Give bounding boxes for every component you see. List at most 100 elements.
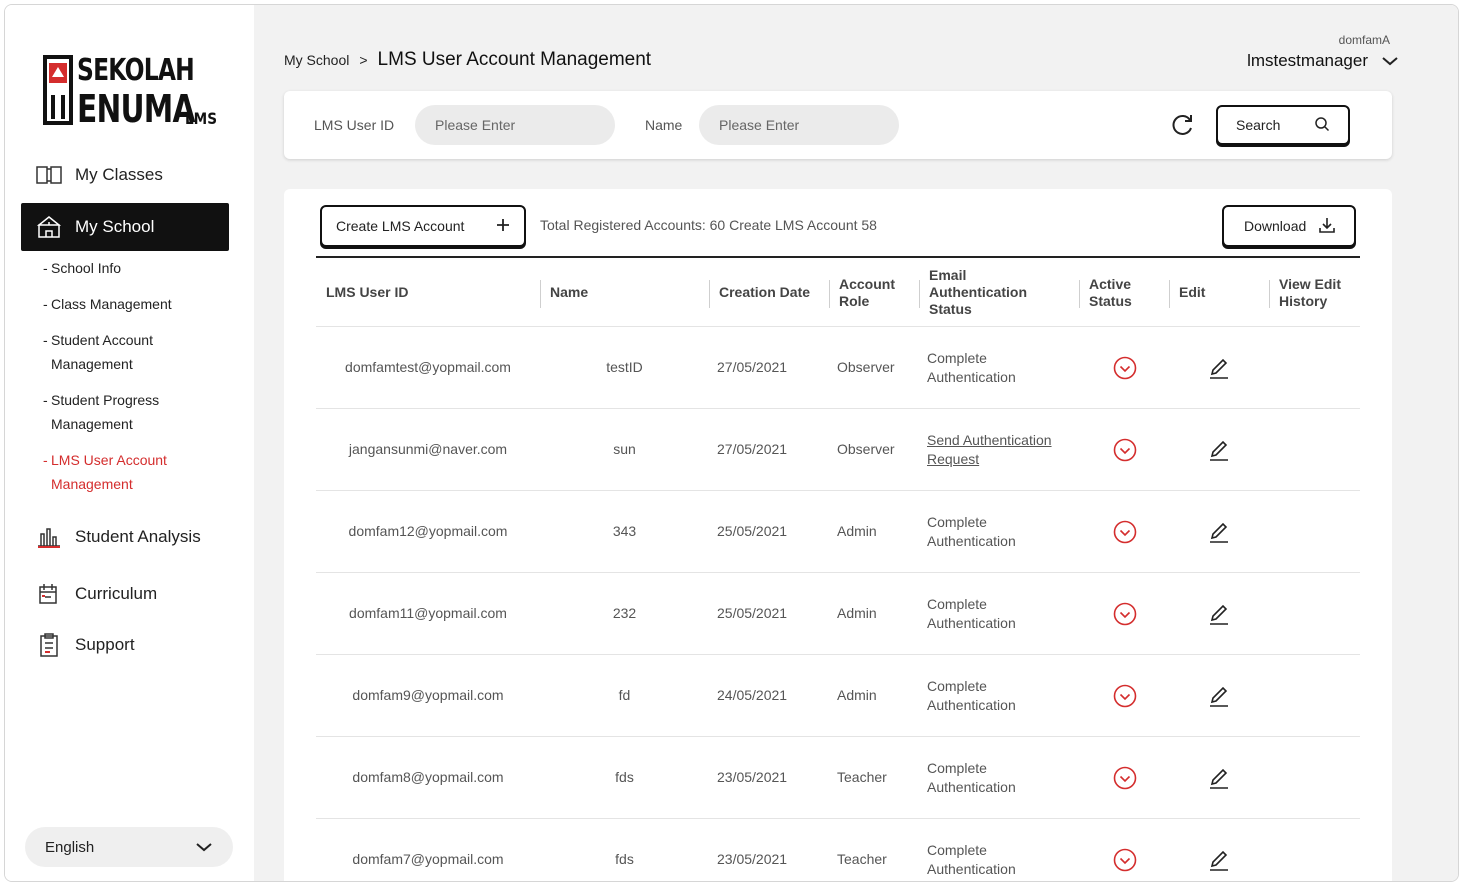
- creation-date-cell: 23/05/2021: [717, 851, 788, 867]
- chevron-down-icon: [1382, 51, 1398, 71]
- creation-date-cell: 24/05/2021: [717, 687, 788, 703]
- check-circle-icon[interactable]: [1112, 683, 1138, 709]
- user-id-cell: domfam7@yopmail.com: [352, 851, 504, 867]
- download-icon: [1318, 216, 1336, 237]
- column-header: LMS User ID: [326, 284, 409, 300]
- sidebar-item-label: Student Analysis: [75, 527, 201, 546]
- language-value: English: [45, 838, 95, 856]
- user-id-input[interactable]: [415, 105, 615, 145]
- app-window: SEKOLAH ENUMA LMS My Classes My School -…: [4, 4, 1459, 882]
- active-status-cell: [1112, 655, 1142, 736]
- account-role-cell: Observer: [837, 359, 895, 375]
- edit-cell: [1206, 819, 1236, 881]
- logo[interactable]: SEKOLAH ENUMA LMS: [43, 53, 223, 133]
- name-cell: sun: [613, 441, 636, 457]
- check-circle-icon[interactable]: [1112, 355, 1138, 381]
- sidebar-subitem-class-management[interactable]: - Class Management: [43, 292, 211, 316]
- sidebar-subitem-school-info[interactable]: - School Info: [43, 256, 211, 280]
- send-auth-request-link[interactable]: Send Authentication Request: [927, 431, 1067, 469]
- sidebar-item-label: My Classes: [75, 165, 163, 184]
- column-header: Creation Date: [709, 258, 829, 327]
- bar-chart-icon: [35, 525, 63, 549]
- breadcrumb-separator: >: [359, 52, 368, 68]
- account-role-cell: Observer: [837, 441, 895, 457]
- search-button[interactable]: Search: [1216, 105, 1350, 145]
- account-role-cell: Teacher: [837, 769, 887, 785]
- edit-pencil-icon[interactable]: [1206, 847, 1232, 873]
- name-input[interactable]: [699, 105, 899, 145]
- creation-date-cell: 23/05/2021: [717, 769, 788, 785]
- user-id-cell: domfam12@yopmail.com: [348, 523, 508, 539]
- create-account-label: Create LMS Account: [336, 218, 465, 234]
- sidebar-subitem-student-account[interactable]: - Student Account Management: [43, 328, 161, 376]
- table-row: domfam12@yopmail.com 343 25/05/2021 Admi…: [316, 491, 1360, 573]
- user-id-label: LMS User ID: [314, 117, 395, 133]
- edit-cell: [1206, 491, 1236, 572]
- check-circle-icon[interactable]: [1112, 437, 1138, 463]
- check-circle-icon[interactable]: [1112, 765, 1138, 791]
- column-header: Account Role: [829, 258, 919, 327]
- account-role-cell: Teacher: [837, 851, 887, 867]
- active-status-cell: [1112, 491, 1142, 572]
- auth-status-cell: Complete Authentication: [927, 759, 1016, 795]
- name-cell: fds: [615, 851, 634, 867]
- plus-icon: [496, 218, 510, 235]
- name-cell: testID: [606, 359, 643, 375]
- edit-pencil-icon[interactable]: [1206, 437, 1232, 463]
- table-row: domfamtest@yopmail.com testID 27/05/2021…: [316, 327, 1360, 409]
- refresh-icon[interactable]: [1168, 111, 1196, 139]
- sidebar-item-student-analysis[interactable]: Student Analysis: [21, 513, 229, 561]
- edit-pencil-icon[interactable]: [1206, 765, 1232, 791]
- clipboard-icon: [35, 633, 63, 657]
- sidebar-item-curriculum[interactable]: Curriculum: [21, 570, 229, 618]
- edit-cell: [1206, 409, 1236, 490]
- check-circle-icon[interactable]: [1112, 601, 1138, 627]
- sidebar-subitem-student-progress[interactable]: - Student Progress Management: [43, 388, 171, 436]
- account-role-cell: Admin: [837, 605, 877, 621]
- page-title: LMS User Account Management: [377, 49, 652, 70]
- account-role-cell: Admin: [837, 523, 877, 539]
- auth-status-cell: Complete Authentication: [927, 595, 1016, 631]
- user-menu[interactable]: lmstestmanager: [1247, 51, 1398, 71]
- edit-pencil-icon[interactable]: [1206, 601, 1232, 627]
- edit-pencil-icon[interactable]: [1206, 519, 1232, 545]
- edit-cell: [1206, 573, 1236, 654]
- sidebar-item-label: Curriculum: [75, 584, 158, 603]
- check-circle-icon[interactable]: [1112, 519, 1138, 545]
- edit-cell: [1206, 655, 1236, 736]
- sidebar-item-support[interactable]: Support: [21, 621, 229, 669]
- active-status-cell: [1112, 573, 1142, 654]
- active-status-cell: [1112, 409, 1142, 490]
- sidebar-item-my-school[interactable]: My School: [21, 203, 229, 251]
- edit-pencil-icon[interactable]: [1206, 683, 1232, 709]
- logo-line1: SEKOLAH: [77, 53, 195, 88]
- auth-status-cell: Send Authentication Request: [927, 409, 1077, 490]
- active-status-cell: [1112, 819, 1142, 881]
- logo-suffix: LMS: [185, 109, 217, 128]
- table-header: LMS User ID Name Creation Date Account R…: [316, 256, 1360, 327]
- auth-status-cell: Complete Authentication: [927, 349, 1016, 385]
- user-id-cell: domfamtest@yopmail.com: [345, 359, 511, 375]
- sidebar-subitem-lms-user-account[interactable]: - LMS User Account Management: [43, 448, 171, 496]
- auth-status-cell: Complete Authentication: [927, 513, 1016, 549]
- download-button[interactable]: Download: [1222, 205, 1356, 247]
- name-label: Name: [645, 117, 683, 133]
- curriculum-icon: [35, 582, 63, 606]
- creation-date-cell: 25/05/2021: [717, 605, 788, 621]
- edit-cell: [1206, 737, 1236, 818]
- edit-cell: [1206, 327, 1236, 408]
- user-id-cell: domfam9@yopmail.com: [352, 687, 504, 703]
- breadcrumb-root[interactable]: My School: [284, 52, 349, 68]
- logo-badge-icon: [43, 55, 73, 125]
- table-row: jangansunmi@naver.com sun 27/05/2021 Obs…: [316, 409, 1360, 491]
- sidebar-item-label: My School: [75, 217, 155, 236]
- language-select[interactable]: English: [25, 827, 233, 867]
- sidebar-item-my-classes[interactable]: My Classes: [21, 151, 229, 199]
- auth-status-cell: Complete Authentication: [927, 841, 1016, 877]
- creation-date-cell: 25/05/2021: [717, 523, 788, 539]
- edit-pencil-icon[interactable]: [1206, 355, 1232, 381]
- create-account-button[interactable]: Create LMS Account: [320, 205, 526, 247]
- download-label: Download: [1244, 218, 1307, 234]
- check-circle-icon[interactable]: [1112, 847, 1138, 873]
- name-cell: fd: [618, 687, 631, 703]
